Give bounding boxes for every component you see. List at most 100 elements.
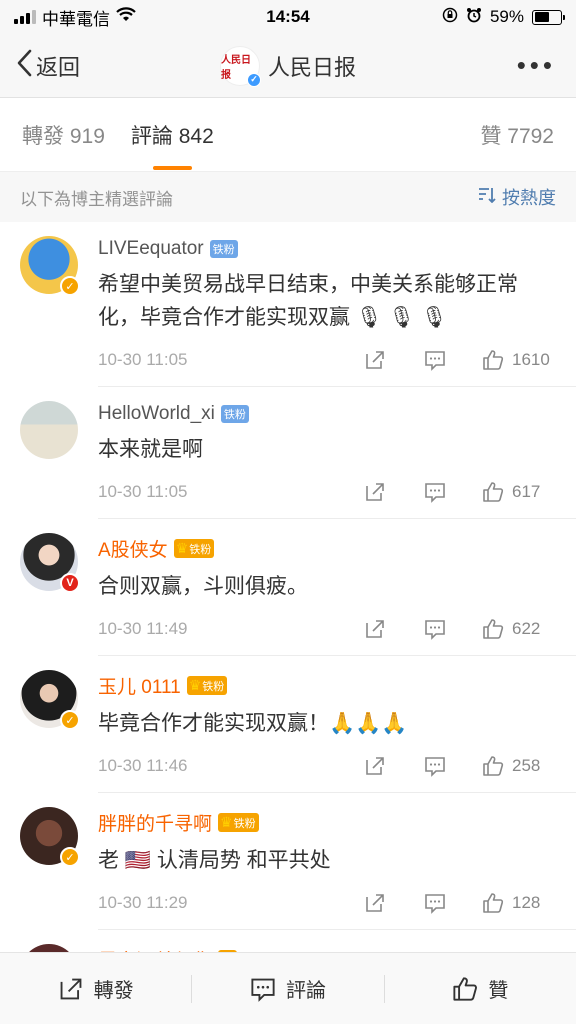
like-count: 1610: [512, 350, 550, 369]
thumbs-up-icon: [483, 893, 504, 913]
avatar[interactable]: V: [20, 533, 80, 593]
orientation-lock-icon: [442, 7, 458, 28]
clock: 14:54: [266, 7, 310, 26]
commenter-name[interactable]: LIVEequator: [98, 238, 204, 260]
battery-percent: 59%: [489, 7, 524, 26]
more-options-icon[interactable]: •••: [426, 50, 576, 81]
signal-icon: [14, 10, 36, 24]
comment-item: ✓ LIVEequator 铁粉 希望中美贸易战早日结束，中美关系能够正常化，毕…: [0, 222, 576, 387]
comment-button[interactable]: 評論: [192, 974, 383, 1003]
reply-icon[interactable]: [424, 618, 446, 640]
comment-text: 合则双赢，斗则俱疲。: [98, 575, 308, 598]
fan-badge: 铁粉: [220, 405, 249, 423]
comment-text: 毕竟合作才能实现双赢！🙏🙏🙏: [98, 712, 408, 735]
commenter-name[interactable]: 玉儿 0111: [98, 672, 181, 699]
verified-icon: ✓: [246, 72, 261, 87]
like-button[interactable]: 622: [482, 618, 556, 640]
back-button[interactable]: 返回: [0, 49, 150, 83]
like-count: 258: [512, 756, 541, 775]
comment-item: HelloWorld_xi 铁粉 本来就是啊 10-30 11:05 617: [0, 387, 576, 519]
back-label: 返回: [36, 54, 81, 80]
sort-button[interactable]: 按熱度: [478, 184, 556, 210]
repost-icon[interactable]: [364, 755, 386, 777]
comment-list: ✓ LIVEequator 铁粉 希望中美贸易战早日结束，中美关系能够正常化，毕…: [0, 222, 576, 1002]
comment-time: 10-30 11:05: [98, 350, 188, 369]
repost-icon[interactable]: [364, 349, 386, 371]
avatar[interactable]: ✓: [20, 236, 80, 296]
verified-icon: ✓: [60, 847, 80, 867]
thumbs-up-icon: [483, 756, 504, 776]
account-avatar[interactable]: 人民日报 ✓: [219, 45, 261, 87]
selected-comments-hint: 以下為博主精選評論: [20, 189, 173, 209]
carrier-label: 中華電信: [42, 9, 110, 29]
commenter-name[interactable]: A股侠女: [98, 535, 168, 562]
reply-icon[interactable]: [424, 349, 446, 371]
thumbs-up-icon: [483, 482, 504, 502]
comment-time: 10-30 11:29: [98, 893, 188, 912]
repost-icon[interactable]: [364, 481, 386, 503]
repost-label: 轉發: [93, 980, 134, 1002]
fan-badge-label: 铁粉: [189, 543, 212, 556]
fan-badge-label: 铁粉: [202, 680, 225, 693]
like-count: 128: [512, 893, 541, 912]
tab-bar: 轉發 919 評論 842 贊 7792: [0, 98, 576, 172]
comment-icon: [251, 978, 275, 1002]
reply-icon[interactable]: [424, 481, 446, 503]
comment-item: V A股侠女 ♛ 铁粉 合则双赢，斗则俱疲。 10-30 11:49 622: [0, 519, 576, 656]
tab-comments[interactable]: 評論 842: [130, 120, 214, 170]
nav-bar: 返回 人民日报 ✓ 人民日报 •••: [0, 34, 576, 98]
avatar[interactable]: [20, 401, 78, 459]
account-name[interactable]: 人民日报: [268, 50, 356, 82]
comment-text: 希望中美贸易战早日结束，中美关系能够正常化，毕竟合作才能实现双赢 🎙 🎙 🎙: [98, 273, 518, 329]
comment-text: 本来就是啊: [98, 438, 203, 461]
bottom-action-bar: 轉發 評論 贊: [0, 952, 576, 1024]
like-button[interactable]: 1610: [482, 349, 556, 371]
comment-item: ✓ 胖胖的千寻啊 ♛ 铁粉 老 🇺🇸 认清局势 和平共处 10-30 11:29 …: [0, 793, 576, 930]
comment-time: 10-30 11:46: [98, 756, 188, 775]
battery-icon: [532, 9, 565, 25]
tab-comments-label: 評論 842: [130, 124, 214, 148]
tab-reposts[interactable]: 轉發 919: [22, 120, 105, 150]
comment-item: ✓ 玉儿 0111 ♛ 铁粉 毕竟合作才能实现双赢！🙏🙏🙏 10-30 11:46…: [0, 656, 576, 793]
wifi-icon: [116, 7, 136, 27]
like-count: 622: [512, 619, 541, 638]
commenter-name[interactable]: HelloWorld_xi: [98, 403, 215, 425]
fan-badge: ♛ 铁粉: [186, 676, 228, 695]
reply-icon[interactable]: [424, 755, 446, 777]
avatar[interactable]: ✓: [20, 670, 80, 730]
thumbs-up-icon: [483, 350, 504, 370]
like-button[interactable]: 617: [482, 481, 556, 503]
comment-time: 10-30 11:49: [98, 619, 188, 638]
verified-icon: ✓: [60, 276, 80, 296]
crown-icon: ♛: [188, 677, 202, 693]
reply-icon[interactable]: [424, 892, 446, 914]
like-label: 贊: [488, 980, 509, 1002]
commenter-name[interactable]: 胖胖的千寻啊: [98, 809, 212, 836]
tab-likes[interactable]: 贊 7792: [480, 120, 554, 150]
like-count: 617: [512, 482, 541, 501]
verified-icon: V: [60, 573, 80, 593]
fan-badge-label: 铁粉: [233, 817, 256, 830]
chevron-left-icon: [16, 49, 32, 83]
fan-badge: 铁粉: [209, 240, 238, 258]
comment-label: 評論: [285, 980, 326, 1002]
fan-badge: ♛ 铁粉: [218, 813, 259, 832]
alarm-icon: [466, 7, 482, 28]
status-bar: 中華電信 14:54 59%: [0, 0, 576, 34]
repost-button[interactable]: 轉發: [0, 974, 191, 1003]
comment-time: 10-30 11:05: [98, 482, 188, 501]
thumbs-up-icon: [483, 619, 504, 639]
avatar[interactable]: ✓: [20, 807, 80, 867]
comment-text: 老 🇺🇸 认清局势 和平共处: [98, 849, 331, 872]
like-button[interactable]: 258: [482, 755, 556, 777]
crown-icon: ♛: [220, 814, 233, 830]
repost-icon[interactable]: [364, 618, 386, 640]
verified-icon: ✓: [60, 710, 80, 730]
like-button[interactable]: 128: [482, 892, 556, 914]
active-tab-indicator: [152, 165, 192, 170]
like-button[interactable]: 贊: [385, 974, 576, 1003]
fan-badge: ♛ 铁粉: [173, 539, 215, 558]
sort-row: 以下為博主精選評論 按熱度: [0, 172, 576, 222]
sort-label: 按熱度: [502, 188, 556, 208]
repost-icon[interactable]: [364, 892, 386, 914]
